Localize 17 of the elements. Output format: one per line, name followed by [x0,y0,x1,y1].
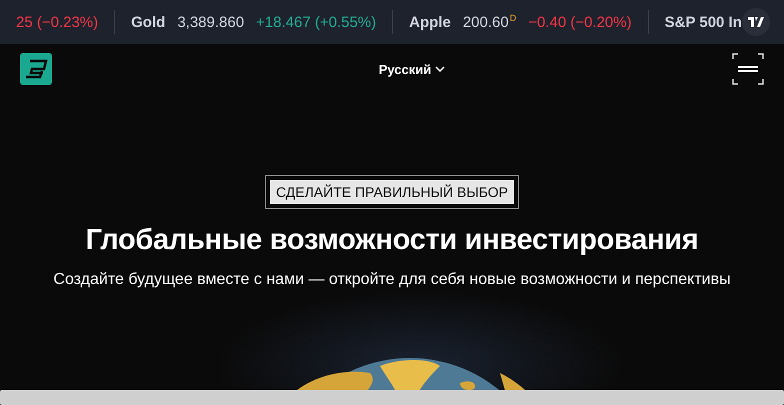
logo-icon[interactable] [20,53,52,85]
tv-logo-icon[interactable] [742,8,770,36]
menu-button[interactable] [732,53,764,85]
chevron-down-icon [435,66,446,72]
ticker-name[interactable]: S&P 500 In [664,14,742,30]
ticker-change: 25 (−0.23%) [16,14,98,30]
horizontal-scrollbar[interactable] [0,390,784,405]
ticker-change: +18.467 (+0.55%) [256,14,376,30]
hero-subtitle: Создайте будущее вместе с нами — откройте для себя новые возможности и перспективы [53,271,731,289]
language-selector[interactable]: Русский [372,60,452,78]
ticker-price: 200.60$^{D}$ [462,13,516,31]
ticker-price: 3,389.860 [177,14,244,30]
ticker-name[interactable]: Apple [409,14,451,30]
ticker-name[interactable]: Gold [131,14,166,30]
ticker-change: −0.40 (−0.20%) [528,14,632,30]
hero-title: Глобальные возможности инвестирования [86,224,698,257]
tagline-badge: СДЕЛАЙТЕ ПРАВИЛЬНЫЙ ВЫБОР [270,180,514,204]
